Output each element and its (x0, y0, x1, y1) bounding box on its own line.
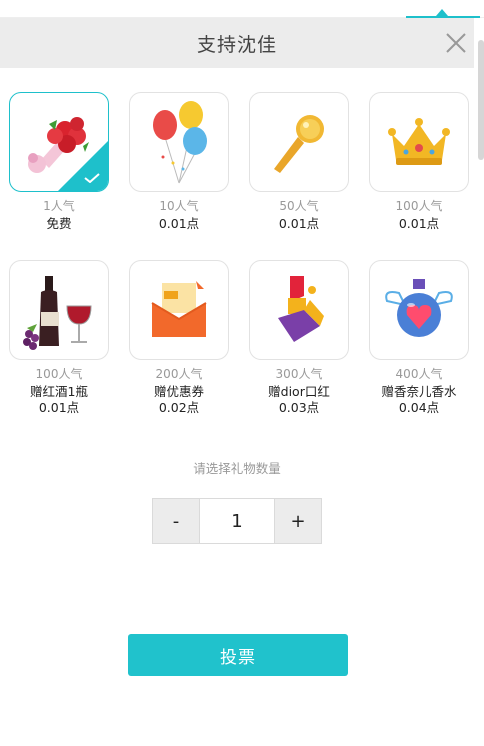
gift-popularity: 400人气 (395, 367, 443, 381)
gift-item-balloons[interactable]: 10人气 0.01点 (129, 92, 229, 232)
gift-name: 赠优惠券 (153, 384, 204, 399)
gift-name: 0.01点 (398, 216, 440, 231)
gift-name: 赠红酒1瓶 (30, 384, 88, 399)
selected-badge (58, 141, 108, 191)
gift-name: 免费 (46, 216, 72, 231)
dialog-title: 支持沈佳 (196, 33, 277, 56)
gift-popularity: 200人气 (155, 367, 203, 381)
gift-popularity: 100人气 (35, 367, 83, 381)
gift-price: 0.01点 (38, 400, 80, 415)
gift-tile[interactable] (9, 92, 109, 192)
coupon-icon (151, 281, 207, 337)
microphone-icon (274, 115, 324, 173)
dialog-header: 支持沈佳 (0, 18, 474, 68)
gift-tile[interactable] (249, 260, 349, 360)
gift-item-bouquet[interactable]: 1人气 免费 (9, 92, 109, 232)
gift-popularity: 100人气 (395, 199, 443, 213)
checkmark-icon (84, 173, 100, 183)
gift-tile[interactable] (369, 260, 469, 360)
gift-item-wine[interactable]: 100人气 赠红酒1瓶 0.01点 (9, 260, 109, 416)
gift-popularity: 10人气 (159, 199, 199, 213)
top-strip (0, 0, 484, 18)
perfume-icon (385, 279, 453, 337)
scrollbar[interactable] (478, 40, 484, 160)
gift-name: 赠dior口红 (268, 384, 330, 399)
gift-tile[interactable] (129, 92, 229, 192)
vote-button[interactable]: 投票 (128, 634, 348, 676)
wine-icon (23, 276, 92, 350)
gift-tile[interactable] (369, 92, 469, 192)
gift-item-perfume[interactable]: 400人气 赠香奈儿香水 0.04点 (369, 260, 469, 416)
gift-name: 0.01点 (158, 216, 200, 231)
caret-up-icon (436, 9, 448, 16)
gift-popularity: 300人气 (275, 367, 323, 381)
decrement-button[interactable]: - (152, 498, 200, 544)
gift-price: 0.02点 (158, 400, 200, 415)
balloons-icon (153, 101, 207, 184)
gift-price: 0.03点 (278, 400, 320, 415)
gift-tile[interactable] (9, 260, 109, 360)
gift-popularity: 1人气 (43, 199, 75, 213)
gift-tile[interactable] (129, 260, 229, 360)
quantity-input[interactable]: 1 (200, 498, 274, 544)
gift-item-lipstick[interactable]: 300人气 赠dior口红 0.03点 (249, 260, 349, 416)
gift-popularity: 50人气 (279, 199, 319, 213)
gift-price: 0.04点 (398, 400, 440, 415)
increment-button[interactable]: + (274, 498, 322, 544)
gift-item-coupon[interactable]: 200人气 赠优惠券 0.02点 (129, 260, 229, 416)
quantity-label: 请选择礼物数量 (193, 461, 281, 476)
gift-name: 赠香奈儿香水 (381, 384, 457, 399)
lipstick-icon (278, 276, 324, 342)
gift-name: 0.01点 (278, 216, 320, 231)
quantity-stepper: - 1 + (152, 498, 322, 544)
gift-tile[interactable] (249, 92, 349, 192)
close-icon[interactable] (444, 31, 468, 55)
crown-icon (388, 118, 450, 165)
gift-item-crown[interactable]: 100人气 0.01点 (369, 92, 469, 232)
gift-item-microphone[interactable]: 50人气 0.01点 (249, 92, 349, 232)
